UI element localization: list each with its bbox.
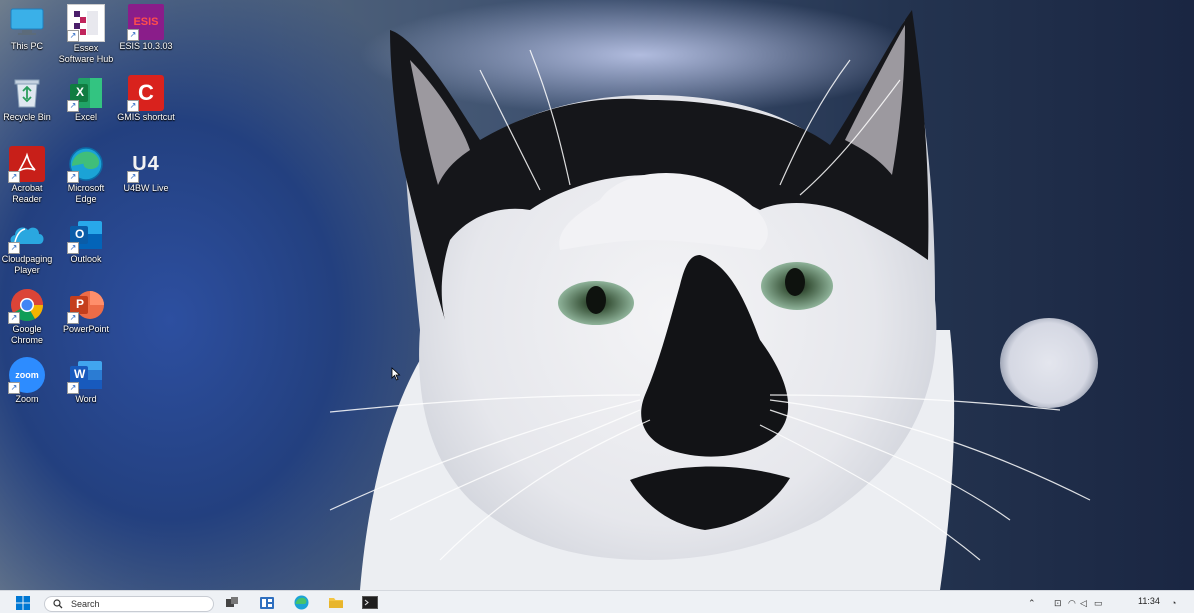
start-button[interactable] — [14, 595, 32, 610]
taskbar: Search ⌃ ⊡ ◠ ◁ ▭ 11:34 ◔ — [0, 590, 1194, 613]
taskbar-clock[interactable]: 11:34 — [1138, 596, 1160, 606]
shortcut-arrow-icon: ↗ — [8, 312, 20, 324]
powerpoint-glyph-text: P — [76, 297, 85, 311]
taskbar-widgets-button[interactable] — [258, 595, 276, 610]
desktop-icon-label: Outlook — [70, 254, 102, 264]
desktop-icon-label: Excel — [74, 112, 97, 122]
desktop-icon-label: Microsoft Edge — [67, 183, 105, 204]
esis-glyph-text: ESIS — [133, 16, 159, 28]
desktop-icon-essex-software-hub[interactable]: ↗ Essex Software Hub — [56, 4, 116, 65]
search-placeholder: Search — [71, 599, 100, 609]
desktop-wallpaper — [0, 0, 1194, 590]
desktop-icon-label: ESIS 10.3.03 — [119, 41, 173, 51]
outlook-icon: O ↗ — [67, 217, 104, 254]
esis-icon: ESIS ↗ — [127, 4, 164, 41]
desktop-icon-this-pc[interactable]: This PC — [0, 4, 57, 52]
desktop-icon-cloudpaging-player[interactable]: ↗ Cloudpaging Player — [0, 217, 57, 276]
desktop-icon-gmis-shortcut[interactable]: C ↗ GMIS shortcut — [116, 75, 176, 123]
cloudpaging-icon: ↗ — [8, 217, 45, 254]
u4bw-icon: U4 ↗ — [127, 146, 164, 183]
desktop-icon-label: Word — [75, 394, 97, 404]
desktop-icon-u4bw-live[interactable]: U4 ↗ U4BW Live — [116, 146, 176, 194]
volume-icon[interactable]: ◁ — [1080, 598, 1087, 609]
desktop-icon-acrobat-reader[interactable]: ↗ Acrobat Reader — [0, 146, 57, 205]
zoom-icon: zoom ↗ — [8, 357, 45, 394]
excel-glyph-text: X — [76, 85, 85, 99]
desktop-icon-google-chrome[interactable]: ↗ Google Chrome — [0, 287, 57, 346]
shortcut-arrow-icon: ↗ — [8, 242, 20, 254]
shortcut-arrow-icon: ↗ — [67, 312, 79, 324]
desktop-icon-label: This PC — [10, 41, 43, 51]
shortcut-arrow-icon: ↗ — [67, 100, 79, 112]
shortcut-arrow-icon: ↗ — [67, 382, 79, 394]
acrobat-reader-icon: ↗ — [8, 146, 45, 183]
bokeh-light — [1000, 318, 1098, 408]
notifications-icon[interactable]: ◔ — [1171, 598, 1176, 608]
outlook-glyph-text: O — [75, 227, 85, 241]
terminal-icon — [362, 596, 378, 609]
desktop-icon-outlook[interactable]: O ↗ Outlook — [56, 217, 116, 265]
desktop-icon-label: Google Chrome — [10, 324, 43, 345]
gmis-glyph-text: C — [138, 80, 154, 105]
chrome-icon: ↗ — [8, 287, 45, 324]
taskbar-file-explorer-button[interactable] — [327, 595, 345, 610]
excel-icon: X ↗ — [67, 75, 104, 112]
essex-software-hub-icon: ↗ — [67, 4, 105, 42]
word-glyph-text: W — [74, 367, 86, 381]
shortcut-arrow-icon: ↗ — [127, 29, 139, 41]
desktop-icon-recycle-bin[interactable]: Recycle Bin — [0, 75, 57, 123]
desktop-icon-powerpoint[interactable]: P ↗ PowerPoint — [56, 287, 116, 335]
powerpoint-icon: P ↗ — [67, 287, 104, 324]
shortcut-arrow-icon: ↗ — [127, 100, 139, 112]
taskbar-terminal-button[interactable] — [361, 595, 379, 610]
desktop-icon-label: Cloudpaging Player — [1, 254, 53, 275]
shortcut-arrow-icon: ↗ — [67, 30, 79, 42]
network-icon[interactable]: ⊡ — [1054, 598, 1062, 609]
widgets-icon — [260, 596, 274, 609]
show-hidden-icons-chevron-icon[interactable]: ⌃ — [1028, 598, 1036, 609]
shortcut-arrow-icon: ↗ — [8, 382, 20, 394]
battery-icon[interactable]: ▭ — [1094, 598, 1103, 609]
search-icon — [53, 599, 63, 609]
desktop-icon-label: PowerPoint — [62, 324, 110, 334]
mouse-cursor-icon — [391, 367, 401, 381]
desktop-icon-zoom[interactable]: zoom ↗ Zoom — [0, 357, 57, 405]
shortcut-arrow-icon: ↗ — [127, 171, 139, 183]
shortcut-arrow-icon: ↗ — [67, 171, 79, 183]
desktop-icon-label: Zoom — [15, 394, 39, 404]
desktop-icon-label: Recycle Bin — [3, 112, 51, 122]
desktop-icon-word[interactable]: W ↗ Word — [56, 357, 116, 405]
edge-icon: ↗ — [67, 146, 104, 183]
desktop-icon-label: Acrobat Reader — [11, 183, 43, 204]
gmis-icon: C ↗ — [127, 75, 164, 112]
folder-icon — [329, 598, 343, 608]
task-view-button[interactable] — [224, 595, 240, 610]
zoom-glyph-text: zoom — [15, 370, 39, 380]
desktop-icon-esis[interactable]: ESIS ↗ ESIS 10.3.03 — [116, 4, 176, 52]
wifi-icon[interactable]: ◠ — [1068, 598, 1076, 609]
edge-icon — [294, 595, 308, 610]
word-icon: W ↗ — [67, 357, 104, 394]
recycle-bin-icon — [9, 75, 45, 111]
taskbar-search-box[interactable]: Search — [44, 596, 214, 612]
desktop-icon-label: GMIS shortcut — [117, 112, 175, 122]
windows-logo-icon — [16, 595, 30, 610]
desktop-icon-excel[interactable]: X ↗ Excel — [56, 75, 116, 123]
desktop-icon-microsoft-edge[interactable]: ↗ Microsoft Edge — [56, 146, 116, 205]
shortcut-arrow-icon: ↗ — [67, 242, 79, 254]
cat-wallpaper-image — [329, 10, 1091, 590]
shortcut-arrow-icon: ↗ — [8, 171, 20, 183]
this-pc-icon — [9, 4, 45, 40]
task-view-icon — [226, 596, 238, 607]
desktop-icon-label: U4BW Live — [123, 183, 169, 193]
taskbar-edge-button[interactable] — [292, 595, 310, 610]
desktop-icon-label: Essex Software Hub — [58, 43, 114, 64]
